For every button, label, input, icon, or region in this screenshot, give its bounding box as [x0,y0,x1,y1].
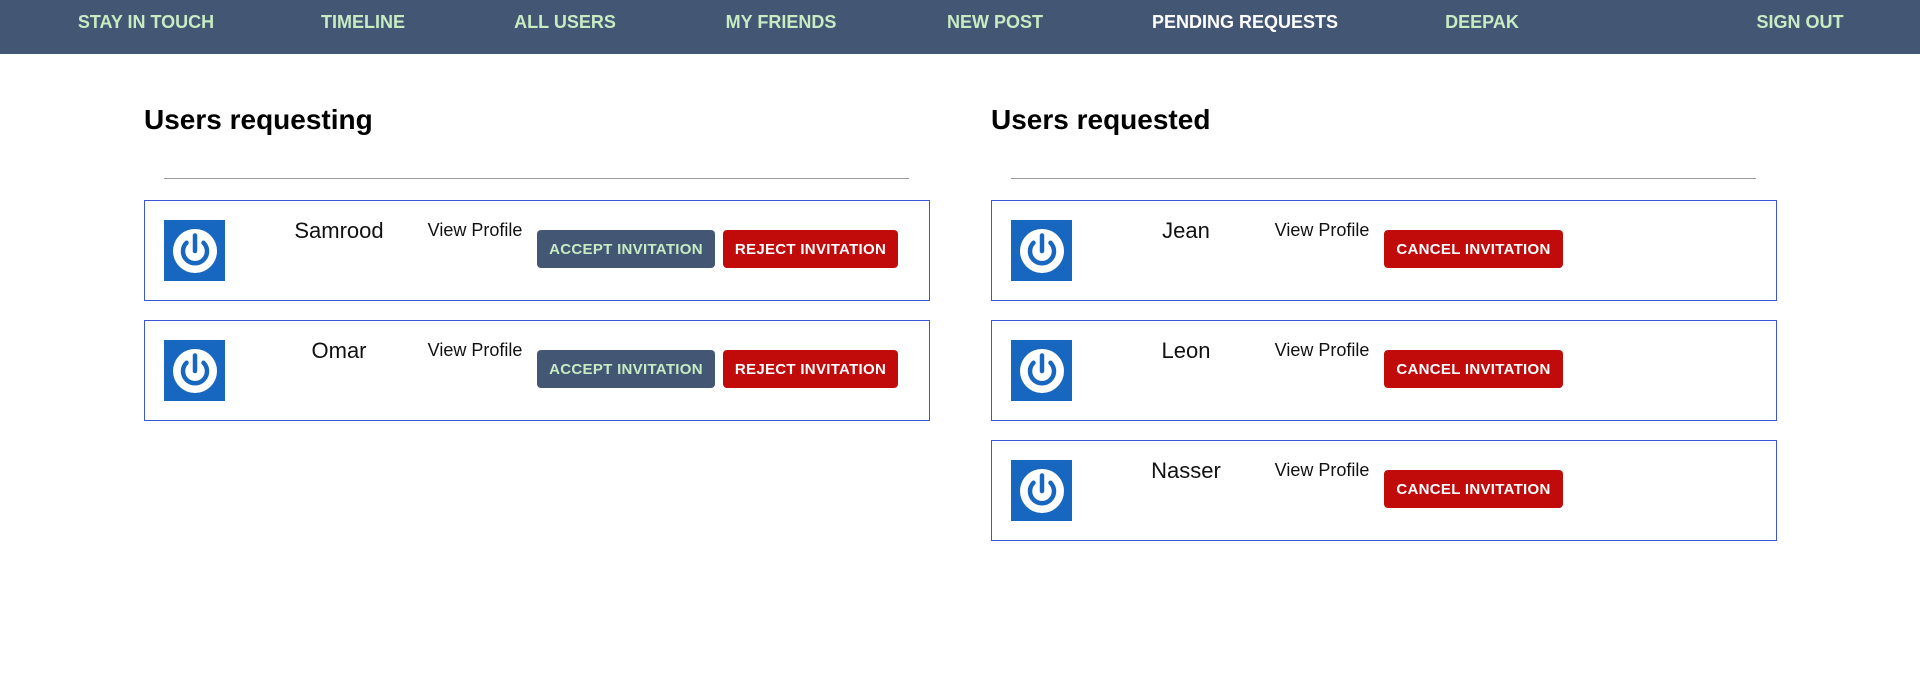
requesting-divider [164,178,909,179]
request-card: Samrood View Profile ACCEPT INVITATION R… [144,200,930,301]
requested-section: Users requested Jean View Profile CANCEL… [991,96,1777,560]
power-icon [1019,228,1064,273]
view-profile-link[interactable]: View Profile [1242,340,1402,361]
requested-list: Jean View Profile CANCEL INVITATION Leon… [991,200,1777,541]
cancel-invitation-button[interactable]: CANCEL INVITATION [1384,230,1563,268]
avatar [1011,460,1072,521]
avatar [1011,340,1072,401]
accept-invitation-button[interactable]: ACCEPT INVITATION [537,230,715,268]
cancel-invitation-button[interactable]: CANCEL INVITATION [1384,470,1563,508]
avatar [164,220,225,281]
nav-timeline[interactable]: TIMELINE [321,0,405,44]
nav-new-post[interactable]: NEW POST [947,0,1043,44]
request-card: Omar View Profile ACCEPT INVITATION REJE… [144,320,930,421]
requested-card: Leon View Profile CANCEL INVITATION [991,320,1777,421]
requesting-title: Users requesting [144,104,373,135]
reject-invitation-button[interactable]: REJECT INVITATION [723,350,898,388]
top-navbar: STAY IN TOUCH TIMELINE ALL USERS MY FRIE… [0,0,1920,54]
cancel-invitation-button[interactable]: CANCEL INVITATION [1384,350,1563,388]
nav-profile-deepak[interactable]: DEEPAK [1445,0,1519,44]
nav-pending-requests[interactable]: PENDING REQUESTS [1152,0,1338,44]
view-profile-link[interactable]: View Profile [395,220,555,241]
requesting-list: Samrood View Profile ACCEPT INVITATION R… [144,200,930,421]
nav-all-users[interactable]: ALL USERS [514,0,616,44]
requesting-section: Users requesting Samrood View Profile AC… [144,96,930,440]
power-icon [172,228,217,273]
power-icon [172,348,217,393]
nav-stay-in-touch[interactable]: STAY IN TOUCH [78,0,214,44]
power-icon [1019,468,1064,513]
view-profile-link[interactable]: View Profile [1242,220,1402,241]
nav-sign-out[interactable]: SIGN OUT [1756,0,1843,44]
requested-title: Users requested [991,104,1211,135]
nav-my-friends[interactable]: MY FRIENDS [726,0,837,44]
view-profile-link[interactable]: View Profile [1242,460,1402,481]
power-icon [1019,348,1064,393]
requested-card: Nasser View Profile CANCEL INVITATION [991,440,1777,541]
avatar [164,340,225,401]
view-profile-link[interactable]: View Profile [395,340,555,361]
requested-card: Jean View Profile CANCEL INVITATION [991,200,1777,301]
accept-invitation-button[interactable]: ACCEPT INVITATION [537,350,715,388]
reject-invitation-button[interactable]: REJECT INVITATION [723,230,898,268]
requested-divider [1011,178,1756,179]
avatar [1011,220,1072,281]
